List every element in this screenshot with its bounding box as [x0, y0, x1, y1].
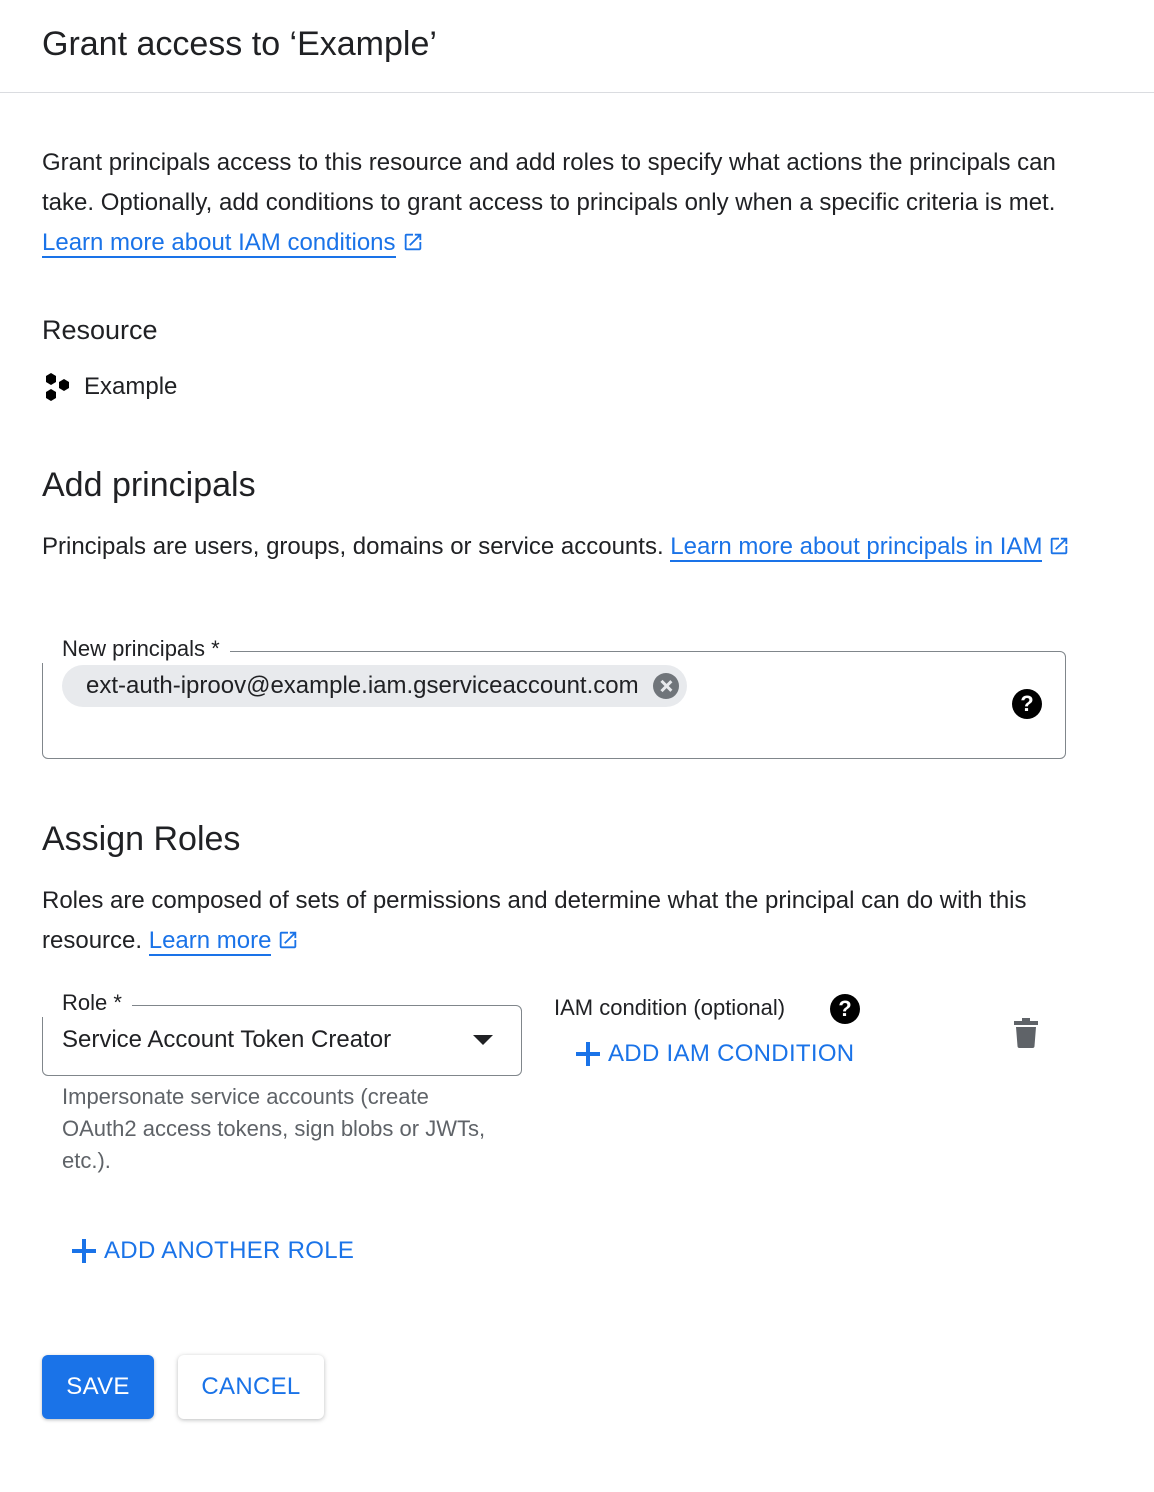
page-title: Grant access to ‘Example’: [42, 25, 437, 63]
resource-label: Resource: [42, 315, 158, 345]
principal-chip: ext-auth-iproov@example.iam.gserviceacco…: [62, 665, 687, 707]
add-iam-condition-button[interactable]: ADD IAM CONDITION: [576, 1037, 854, 1071]
iam-condition-label: IAM condition (optional): [554, 995, 786, 1020]
intro-text: Grant principals access to this resource…: [42, 143, 1082, 263]
dropdown-arrow-icon[interactable]: [473, 1035, 493, 1045]
plus-icon: [72, 1239, 96, 1263]
delete-icon[interactable]: [1014, 1018, 1038, 1048]
iam-condition-help-icon[interactable]: ?: [830, 994, 860, 1024]
roles-learn-more-link[interactable]: Learn more: [148, 927, 272, 956]
principals-description: Principals are users, groups, domains or…: [42, 527, 1082, 567]
add-iam-condition-label: ADD IAM CONDITION: [608, 1040, 855, 1067]
principals-link[interactable]: Learn more about principals in IAM: [670, 533, 1043, 562]
add-principals-heading: Add principals: [42, 466, 256, 504]
roles-description: Roles are composed of sets of permission…: [42, 881, 1082, 961]
role-label: Role *: [42, 989, 132, 1017]
external-link-icon[interactable]: [402, 231, 424, 253]
save-button[interactable]: SAVE: [42, 1355, 154, 1419]
principals-link-label: Learn more about principals in IAM: [670, 533, 1043, 560]
assign-roles-heading: Assign Roles: [42, 820, 241, 858]
principal-chip-label: ext-auth-iproov@example.iam.gserviceacco…: [86, 672, 639, 699]
add-another-role-label: ADD ANOTHER ROLE: [104, 1237, 355, 1264]
plus-icon: [576, 1042, 600, 1066]
cancel-button[interactable]: CANCEL: [178, 1355, 324, 1419]
role-select-value: Service Account Token Creator: [62, 1026, 392, 1053]
intro-description: Grant principals access to this resource…: [42, 149, 1056, 216]
remove-chip-icon[interactable]: [652, 673, 679, 699]
external-link-icon[interactable]: [1048, 535, 1070, 557]
dialog-header: Grant access to ‘Example’: [0, 0, 1154, 93]
iam-conditions-link-label: Learn more about IAM conditions: [42, 229, 396, 256]
add-another-role-button[interactable]: ADD ANOTHER ROLE: [72, 1234, 354, 1268]
external-link-icon[interactable]: [277, 929, 299, 951]
roles-learn-more-label: Learn more: [148, 927, 272, 954]
principals-help-icon[interactable]: ?: [1012, 689, 1042, 719]
role-description: Impersonate service accounts (create OAu…: [62, 1084, 486, 1173]
principals-description-text: Principals are users, groups, domains or…: [42, 533, 664, 560]
hexagon-cluster-icon: [46, 373, 69, 401]
iam-conditions-link[interactable]: Learn more about IAM conditions: [42, 229, 396, 258]
resource-name: Example: [84, 373, 178, 400]
new-principals-label: New principals *: [42, 635, 230, 663]
resource-row: Example: [42, 367, 177, 407]
